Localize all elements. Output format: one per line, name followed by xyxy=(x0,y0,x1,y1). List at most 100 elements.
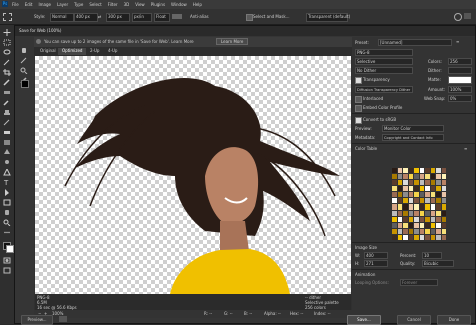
tab-4-up[interactable]: 4-Up xyxy=(104,48,121,55)
color-swatch[interactable] xyxy=(403,216,408,222)
color-swatch[interactable] xyxy=(408,228,413,234)
search-icon[interactable] xyxy=(454,13,462,21)
eraser-tool-icon[interactable] xyxy=(3,129,11,136)
color-swatch[interactable] xyxy=(436,192,441,198)
image-preview-canvas[interactable] xyxy=(35,56,351,294)
color-swatch[interactable] xyxy=(397,186,402,192)
color-swatch[interactable] xyxy=(430,180,435,186)
color-swatch[interactable] xyxy=(397,198,402,204)
color-swatch[interactable] xyxy=(436,168,441,174)
color-swatch[interactable] xyxy=(408,186,413,192)
width-field[interactable]: 400 px xyxy=(74,13,98,22)
lasso-tool-icon[interactable] xyxy=(3,49,11,56)
color-swatch[interactable] xyxy=(441,180,446,186)
eyedropper-icon[interactable] xyxy=(3,79,11,86)
workspace-icon[interactable] xyxy=(464,13,471,19)
quality-select[interactable]: Bicubic xyxy=(422,260,454,267)
color-swatch[interactable] xyxy=(436,234,441,240)
color-swatch[interactable] xyxy=(414,168,419,174)
color-swatch[interactable] xyxy=(392,228,397,234)
color-swatch[interactable] xyxy=(430,204,435,210)
color-swatch[interactable] xyxy=(392,204,397,210)
color-swatch[interactable] xyxy=(397,168,402,174)
color-swatch[interactable] xyxy=(425,210,430,216)
looping-select[interactable]: Forever xyxy=(400,279,438,286)
menu-item-view[interactable]: View xyxy=(135,2,145,7)
preset-select[interactable]: [Unnamed] xyxy=(378,39,452,46)
color-swatch[interactable] xyxy=(408,192,413,198)
stamp-tool-icon[interactable] xyxy=(3,109,11,116)
color-table-menu-icon[interactable]: ≡ xyxy=(464,146,467,151)
color-swatch[interactable] xyxy=(419,228,424,234)
color-swatch[interactable] xyxy=(419,210,424,216)
eyedropper-color-swatch[interactable] xyxy=(21,80,29,88)
background-color-swatch[interactable] xyxy=(6,245,14,253)
history-brush-icon[interactable] xyxy=(3,119,11,126)
menu-item-filter[interactable]: Filter xyxy=(108,2,118,7)
color-swatch[interactable] xyxy=(425,168,430,174)
color-swatch[interactable] xyxy=(430,186,435,192)
color-swatch[interactable] xyxy=(408,180,413,186)
color-swatch[interactable] xyxy=(408,234,413,240)
color-swatch[interactable] xyxy=(436,198,441,204)
websnap-field[interactable]: 0% xyxy=(448,95,472,102)
color-swatch[interactable] xyxy=(425,216,430,222)
color-swatch[interactable] xyxy=(419,192,424,198)
color-swatch[interactable] xyxy=(397,210,402,216)
height-field[interactable]: 271 xyxy=(364,260,388,267)
magic-wand-icon[interactable] xyxy=(3,59,11,66)
menu-item-layer[interactable]: Layer xyxy=(57,2,68,7)
shape-tool-icon[interactable] xyxy=(3,199,11,206)
dither-field[interactable] xyxy=(448,67,472,74)
height-field[interactable]: 300 px xyxy=(106,13,130,22)
color-swatch[interactable] xyxy=(392,210,397,216)
color-swatch[interactable] xyxy=(430,168,435,174)
screen-mode-icon[interactable] xyxy=(3,267,11,274)
learn-more-button[interactable]: Learn More xyxy=(216,38,249,45)
gradient-tool-icon[interactable] xyxy=(3,139,11,146)
color-swatch[interactable] xyxy=(436,222,441,228)
reduction-select[interactable]: Selective xyxy=(355,58,413,65)
color-swatch[interactable] xyxy=(403,228,408,234)
dither-algorithm-select[interactable]: No Dither xyxy=(355,67,413,74)
color-swatch[interactable] xyxy=(414,198,419,204)
color-swatch[interactable] xyxy=(408,216,413,222)
hand-tool-icon[interactable] xyxy=(3,209,11,216)
color-swatch[interactable] xyxy=(397,174,402,180)
convert-srgb-checkbox[interactable] xyxy=(355,117,362,124)
color-swatch[interactable] xyxy=(397,222,402,228)
type-tool-icon[interactable]: T xyxy=(3,179,11,186)
color-swatch[interactable] xyxy=(441,174,446,180)
marquee-tool-icon[interactable] xyxy=(3,39,11,46)
color-swatch[interactable] xyxy=(419,186,424,192)
color-swatch[interactable] xyxy=(392,192,397,198)
color-table[interactable] xyxy=(392,168,446,240)
color-swatch[interactable] xyxy=(436,216,441,222)
color-swatch[interactable] xyxy=(425,234,430,240)
color-swatch[interactable] xyxy=(408,222,413,228)
color-swatch[interactable] xyxy=(392,180,397,186)
color-swatch[interactable] xyxy=(441,210,446,216)
color-swatch[interactable] xyxy=(441,204,446,210)
dodge-tool-icon[interactable] xyxy=(3,159,11,166)
color-swatch[interactable] xyxy=(403,174,408,180)
color-swatch[interactable] xyxy=(414,204,419,210)
color-swatch[interactable] xyxy=(397,216,402,222)
interlaced-checkbox[interactable] xyxy=(355,96,362,103)
color-swatch[interactable] xyxy=(430,174,435,180)
width-field[interactable]: 400 xyxy=(364,252,388,259)
percent-field[interactable]: 10 xyxy=(422,252,442,259)
marquee-tool-icon[interactable] xyxy=(3,13,12,21)
blur-tool-icon[interactable] xyxy=(3,149,11,156)
color-swatch[interactable] xyxy=(436,228,441,234)
embed-profile-checkbox[interactable] xyxy=(355,105,362,112)
swap-icon[interactable]: ⇄ xyxy=(98,14,101,19)
color-swatch[interactable] xyxy=(436,186,441,192)
menu-item-edit[interactable]: Edit xyxy=(25,2,33,7)
color-swatch[interactable] xyxy=(408,174,413,180)
color-swatch[interactable] xyxy=(397,204,402,210)
color-swatch[interactable] xyxy=(397,228,402,234)
color-swatch[interactable] xyxy=(403,192,408,198)
units-select[interactable]: px/in xyxy=(132,13,152,22)
tab-optimized[interactable]: Optimized xyxy=(58,48,87,55)
